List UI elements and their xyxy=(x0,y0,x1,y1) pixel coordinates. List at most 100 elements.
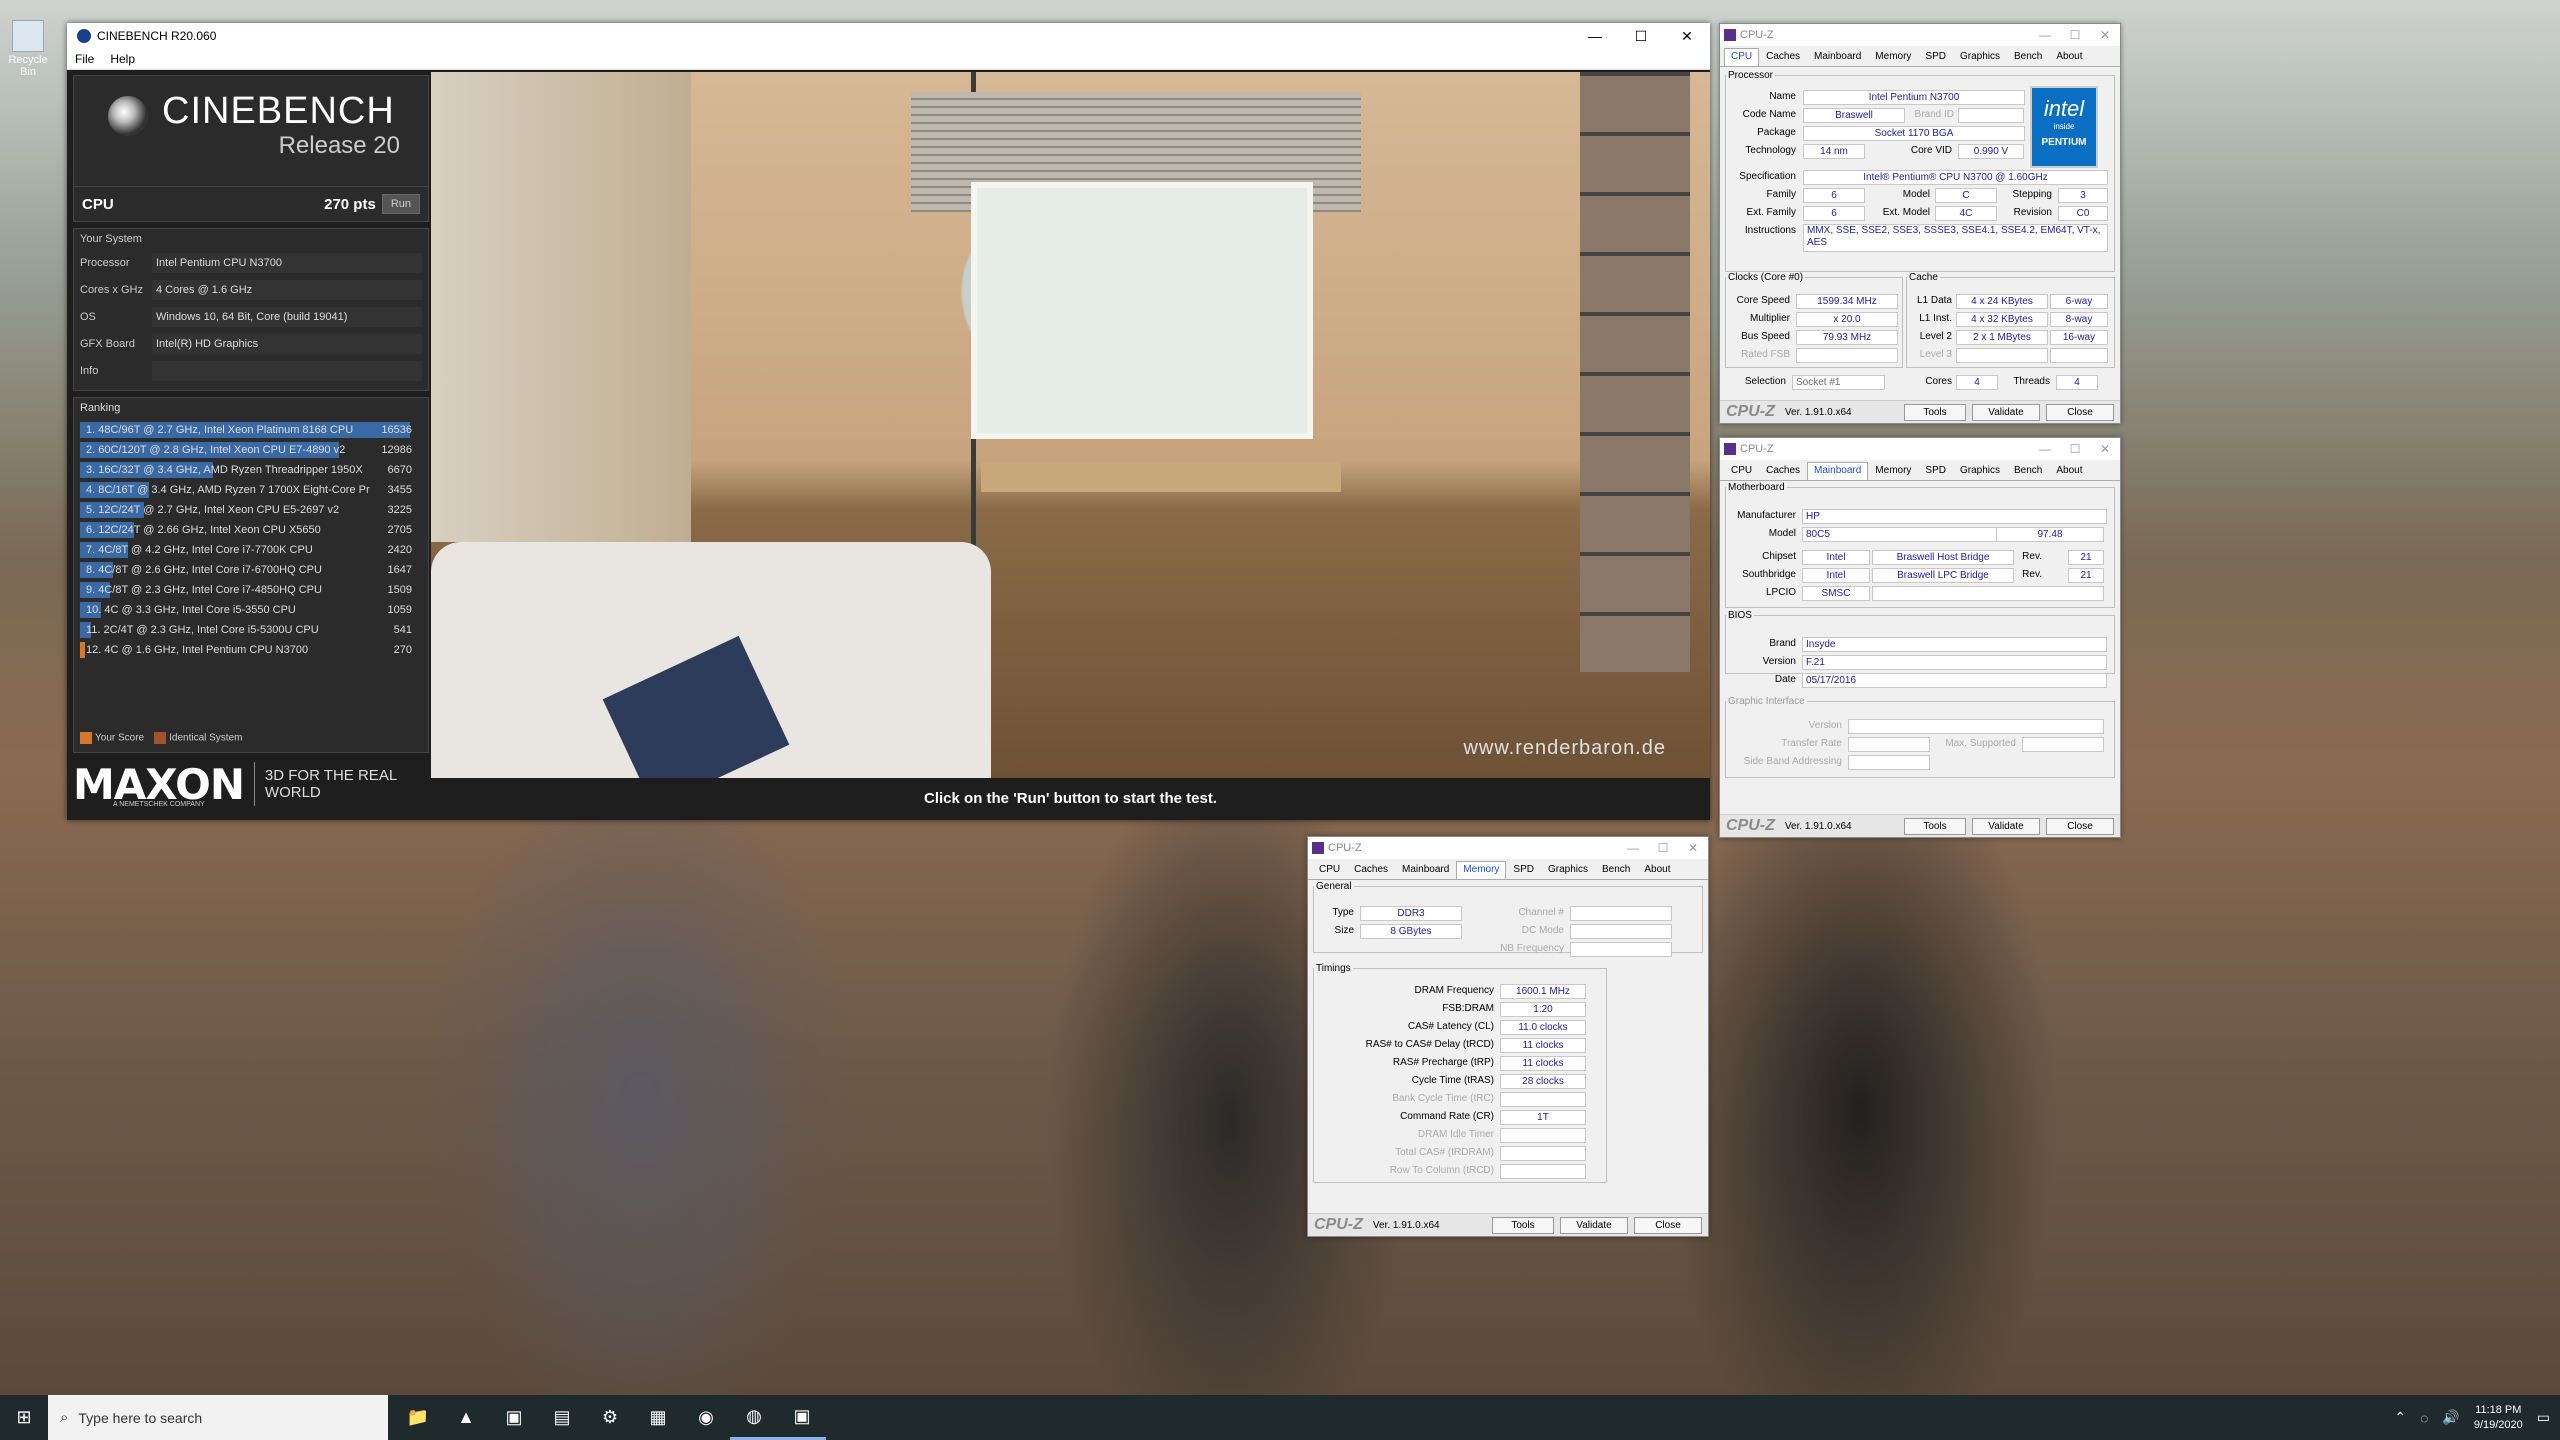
revision-value: C0 xyxy=(2058,206,2108,221)
chevron-up-icon[interactable]: ⌃ xyxy=(2394,1409,2406,1426)
tab-about[interactable]: About xyxy=(2049,462,2089,480)
close-icon[interactable]: ✕ xyxy=(2090,442,2120,456)
minimize-icon[interactable]: — xyxy=(1618,841,1648,855)
cpuz-titlebar[interactable]: CPU-Z — ☐ ✕ xyxy=(1308,837,1708,859)
tab-graphics[interactable]: Graphics xyxy=(1953,48,2007,66)
tab-mainboard[interactable]: Mainboard xyxy=(1807,48,1868,66)
ranking-score: 3225 xyxy=(387,504,412,516)
chipset-rev-value: 21 xyxy=(2068,550,2104,565)
file-explorer-icon[interactable]: 📁 xyxy=(394,1395,442,1440)
menu-file[interactable]: File xyxy=(67,52,102,66)
status-message: Click on the 'Run' button to start the t… xyxy=(924,789,1217,807)
tab-memory[interactable]: Memory xyxy=(1456,861,1507,879)
tab-graphics[interactable]: Graphics xyxy=(1541,861,1595,879)
clock[interactable]: 11:18 PM 9/19/2020 xyxy=(2474,1403,2523,1433)
volume-icon[interactable]: 🔊 xyxy=(2442,1409,2459,1426)
minimize-icon[interactable]: — xyxy=(2030,28,2060,42)
tools-button[interactable]: Tools xyxy=(1904,403,1966,421)
vlc-icon[interactable]: ▲ xyxy=(442,1395,490,1440)
ranking-row: 6. 12C/24T @ 2.66 GHz, Intel Xeon CPU X5… xyxy=(80,520,422,540)
tab-spd[interactable]: SPD xyxy=(1506,861,1541,879)
tab-graphics[interactable]: Graphics xyxy=(1953,462,2007,480)
tab-mainboard[interactable]: Mainboard xyxy=(1807,462,1869,480)
photos-icon[interactable]: ▤ xyxy=(538,1395,586,1440)
close-icon[interactable]: ✕ xyxy=(1664,28,1710,45)
tab-spd[interactable]: SPD xyxy=(1918,462,1953,480)
recycle-bin-icon[interactable]: Recycle Bin xyxy=(6,20,50,78)
network-icon[interactable]: ◌ xyxy=(2420,1410,2428,1426)
maximize-icon[interactable]: ☐ xyxy=(2060,28,2090,42)
settings-icon[interactable]: ⚙ xyxy=(586,1395,634,1440)
menu-help[interactable]: Help xyxy=(102,52,143,66)
maximize-icon[interactable]: ☐ xyxy=(1618,28,1664,45)
tab-cpu[interactable]: CPU xyxy=(1724,48,1760,66)
general-legend: General xyxy=(1316,881,1352,892)
tab-mainboard[interactable]: Mainboard xyxy=(1395,861,1456,879)
model-value: C xyxy=(1935,188,1997,203)
validate-button[interactable]: Validate xyxy=(1560,1216,1628,1234)
notification-icon[interactable]: ▭ xyxy=(2537,1409,2550,1426)
minimize-icon[interactable]: — xyxy=(2030,442,2060,456)
tools-button[interactable]: Tools xyxy=(1492,1216,1554,1234)
bios-date-value: 05/17/2016 xyxy=(1802,673,2107,688)
close-button[interactable]: Close xyxy=(2046,817,2114,835)
lpcio-name xyxy=(1872,586,2104,601)
cpuz-titlebar[interactable]: CPU-Z — ☐ ✕ xyxy=(1720,438,2120,460)
tab-spd[interactable]: SPD xyxy=(1918,48,1953,66)
store-icon[interactable]: ▣ xyxy=(490,1395,538,1440)
tab-caches[interactable]: Caches xyxy=(1347,861,1395,879)
cpuz-mainboard-window[interactable]: CPU-Z — ☐ ✕ CPU Caches Mainboard Memory SP… xyxy=(1719,437,2121,838)
tab-caches[interactable]: Caches xyxy=(1759,462,1807,480)
legend-identical: Identical System xyxy=(154,732,242,744)
corespeed-label: Core Speed xyxy=(1736,295,1790,306)
cpuz-cpu-window[interactable]: CPU-Z — ☐ ✕ CPU Caches Mainboard Memory SP… xyxy=(1719,23,2121,424)
close-button[interactable]: Close xyxy=(1634,1216,1702,1234)
tools-button[interactable]: Tools xyxy=(1904,817,1966,835)
socket-select[interactable]: Socket #1 xyxy=(1792,375,1885,390)
cinebench-taskbar-icon[interactable]: ◍ xyxy=(730,1395,778,1440)
app-icon[interactable]: ▦ xyxy=(634,1395,682,1440)
timing-value: 11 clocks xyxy=(1500,1056,1586,1071)
multiplier-label: Multiplier xyxy=(1749,313,1790,324)
tab-caches[interactable]: Caches xyxy=(1759,48,1807,66)
extmodel-value: 4C xyxy=(1935,206,1997,221)
tab-cpu[interactable]: CPU xyxy=(1724,462,1759,480)
close-icon[interactable]: ✕ xyxy=(2090,28,2120,42)
close-button[interactable]: Close xyxy=(2046,403,2114,421)
tab-memory[interactable]: Memory xyxy=(1868,48,1918,66)
taskbar-search[interactable]: ⌕ Type here to search xyxy=(48,1395,388,1440)
minimize-icon[interactable]: — xyxy=(1572,28,1618,45)
cpuz-titlebar[interactable]: CPU-Z — ☐ ✕ xyxy=(1720,24,2120,46)
multiplier-value: x 20.0 xyxy=(1796,312,1898,327)
validate-button[interactable]: Validate xyxy=(1972,403,2040,421)
timing-value xyxy=(1500,1146,1586,1161)
close-icon[interactable]: ✕ xyxy=(1678,841,1708,855)
tab-about[interactable]: About xyxy=(2049,48,2089,66)
gi-sba-label: Side Band Addressing xyxy=(1743,756,1842,767)
clocks-legend: Clocks (Core #0) xyxy=(1728,272,1804,283)
cinebench-window[interactable]: CINEBENCH R20.060 — ☐ ✕ File Help CINEBE… xyxy=(67,23,1710,820)
name-value: Intel Pentium N3700 xyxy=(1803,90,2025,105)
gi-transfer-label: Transfer Rate xyxy=(1781,738,1842,749)
maximize-icon[interactable]: ☐ xyxy=(1648,841,1678,855)
chrome-icon[interactable]: ◉ xyxy=(682,1395,730,1440)
timing-value: 1600.1 MHz xyxy=(1500,984,1586,999)
maximize-icon[interactable]: ☐ xyxy=(2060,442,2090,456)
tab-cpu[interactable]: CPU xyxy=(1312,861,1347,879)
validate-button[interactable]: Validate xyxy=(1972,817,2040,835)
tab-about[interactable]: About xyxy=(1637,861,1677,879)
cpuz-memory-window[interactable]: CPU-Z — ☐ ✕ CPU Caches Mainboard Memory SP… xyxy=(1307,836,1709,1237)
tab-bench[interactable]: Bench xyxy=(2007,462,2049,480)
tab-bench[interactable]: Bench xyxy=(2007,48,2049,66)
run-button[interactable]: Run xyxy=(381,194,420,214)
cinebench-sidebar: CINEBENCH Release 20 CPU 270 pts Run You… xyxy=(73,75,429,753)
cinebench-titlebar[interactable]: CINEBENCH R20.060 — ☐ ✕ xyxy=(67,23,1710,49)
system-value[interactable] xyxy=(152,360,422,381)
cpuz-taskbar-icon[interactable]: ▣ xyxy=(778,1395,826,1440)
system-value: Intel Pentium CPU N3700 xyxy=(152,252,422,273)
windows-start-icon[interactable]: ⊞ xyxy=(0,1395,48,1440)
ranking-score: 1059 xyxy=(387,604,412,616)
gi-version-value xyxy=(1848,719,2104,734)
tab-memory[interactable]: Memory xyxy=(1868,462,1918,480)
tab-bench[interactable]: Bench xyxy=(1595,861,1637,879)
